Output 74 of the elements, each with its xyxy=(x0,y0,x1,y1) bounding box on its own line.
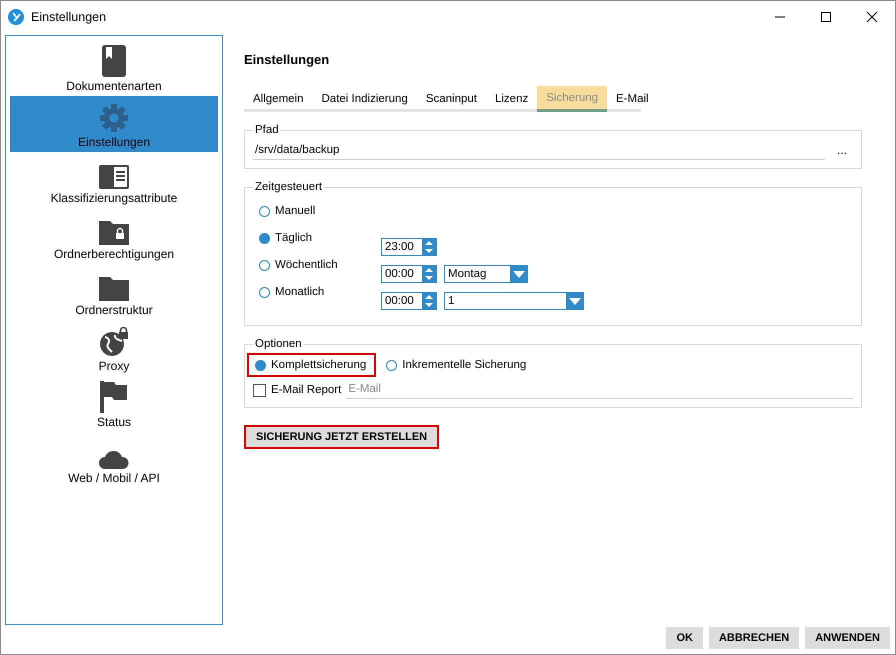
sidebar-label: Dokumentenarten xyxy=(66,79,162,93)
email-field[interactable]: E-Mail xyxy=(346,381,853,399)
folder-icon xyxy=(99,277,129,301)
time-spinner[interactable]: 00:00 xyxy=(381,292,437,310)
group-legend: Pfad xyxy=(253,124,281,136)
group-legend: Optionen xyxy=(253,338,304,350)
globe-lock-icon xyxy=(99,327,129,357)
tab[interactable]: Allgemein xyxy=(244,86,312,112)
tab[interactable]: Scaninput xyxy=(416,86,486,112)
dropdown[interactable]: 1 xyxy=(444,292,584,310)
dialog-button[interactable]: ABBRECHEN xyxy=(708,627,800,649)
spinner-arrows-icon[interactable] xyxy=(425,239,433,255)
sidebar-label: Ordnerberechtigungen xyxy=(54,247,174,261)
radio-button[interactable] xyxy=(259,206,270,216)
browse-button[interactable]: ... xyxy=(830,143,853,160)
dialog-button[interactable]: OK xyxy=(666,627,703,649)
sidebar-item[interactable]: Klassifizierungsattribute xyxy=(10,152,218,208)
tab[interactable]: E-Mail xyxy=(607,86,658,112)
sidebar-label: Proxy xyxy=(98,359,130,373)
sidebar-item[interactable]: Einstellungen xyxy=(10,96,218,152)
dropdown-arrow-icon[interactable] xyxy=(512,270,524,278)
radio-label: Manuell xyxy=(275,205,316,217)
radio-label: Täglich xyxy=(275,232,312,244)
locked-folder-icon xyxy=(99,219,129,245)
close-icon[interactable] xyxy=(866,10,878,22)
gear-icon xyxy=(99,103,129,133)
radio-option[interactable]: Täglich xyxy=(259,232,381,244)
dropdown-arrow-icon[interactable] xyxy=(568,298,580,304)
sidebar-label: Status xyxy=(96,415,132,429)
radio-label: Inkrementelle Sicherung xyxy=(402,359,526,371)
radio-button[interactable] xyxy=(259,232,270,244)
spinner-arrows-icon[interactable] xyxy=(425,266,433,282)
radio-button[interactable] xyxy=(259,286,270,298)
time-spinner[interactable]: 00:00 xyxy=(381,265,437,283)
radio-button[interactable] xyxy=(259,260,270,270)
sidebar-label: Ordnerstruktur xyxy=(75,303,153,317)
book-icon xyxy=(102,45,126,77)
checkbox[interactable] xyxy=(253,384,266,396)
radio-label: Wöchentlich xyxy=(275,259,338,271)
sidebar-label: Klassifizierungsattribute xyxy=(50,191,178,205)
radio-option[interactable]: Wöchentlich xyxy=(259,259,381,271)
tab[interactable]: Datei Indizierung xyxy=(312,86,417,112)
sidebar-item[interactable]: Web / Mobil / API xyxy=(10,432,218,488)
radio-button[interactable] xyxy=(386,360,398,370)
sidebar-item[interactable]: Ordnerberechtigungen xyxy=(10,208,218,264)
flag-icon xyxy=(100,381,128,413)
group-legend: Zeitgesteuert xyxy=(253,181,324,193)
radio-button[interactable] xyxy=(255,360,266,370)
tab[interactable]: Lizenz xyxy=(486,86,538,112)
window-title: Einstellungen xyxy=(31,10,106,24)
radio-option[interactable]: Inkrementelle Sicherung xyxy=(378,353,536,377)
cloud-icon xyxy=(99,449,129,469)
sidebar-item[interactable]: Dokumentenarten xyxy=(10,40,218,96)
dropdown[interactable]: Montag xyxy=(444,265,528,283)
app-logo-icon xyxy=(8,8,24,24)
sidebar-item[interactable]: Status xyxy=(10,376,218,432)
spinner-arrows-icon[interactable] xyxy=(425,293,433,309)
path-field[interactable]: /srv/data/backup xyxy=(253,142,825,160)
create-backup-button[interactable]: SICHERUNG JETZT ERSTELLEN xyxy=(244,425,440,449)
radio-option[interactable]: Monatlich xyxy=(259,286,381,298)
maximize-icon[interactable] xyxy=(820,10,832,22)
dialog-button[interactable]: ANWENDEN xyxy=(805,627,890,649)
radio-option[interactable]: Manuell xyxy=(259,205,381,217)
sidebar-label: Web / Mobil / API xyxy=(68,471,160,485)
radio-label: Komplettsicherung xyxy=(271,359,366,371)
sidebar-item[interactable]: Ordnerstruktur xyxy=(10,264,218,320)
document-panel-icon xyxy=(99,165,129,189)
sidebar-label: Einstellungen xyxy=(78,135,150,149)
time-spinner[interactable]: 23:00 xyxy=(381,238,437,256)
radio-option[interactable]: Komplettsicherung xyxy=(247,353,376,377)
checkbox-label: E-Mail Report xyxy=(271,384,342,396)
page-heading: Einstellungen xyxy=(244,52,330,69)
radio-label: Monatlich xyxy=(275,286,324,298)
sidebar-item[interactable]: Proxy xyxy=(10,320,218,376)
